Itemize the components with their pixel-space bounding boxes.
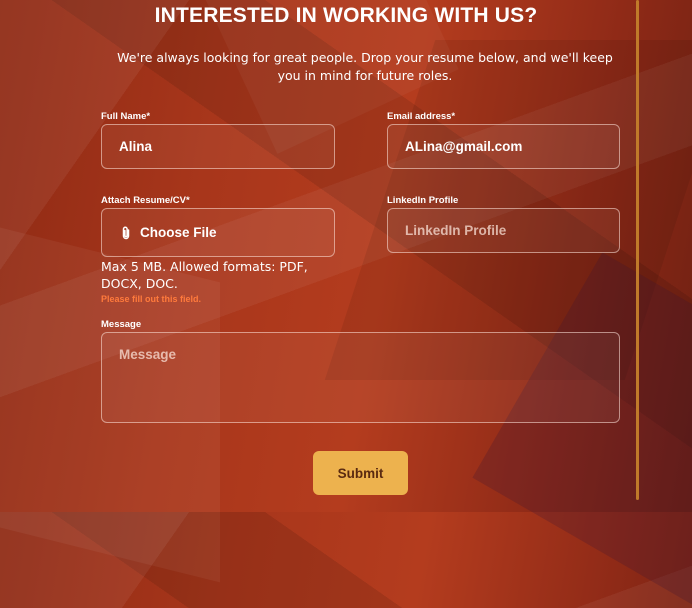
full-name-value: Alina: [119, 139, 153, 154]
email-label: Email address*: [387, 111, 456, 122]
background-shard: [472, 252, 692, 608]
full-name-input[interactable]: Alina: [101, 124, 335, 169]
linkedin-label: LinkedIn Profile: [387, 195, 459, 206]
full-name-label: Full Name*: [101, 111, 151, 122]
submit-button[interactable]: Submit: [313, 451, 408, 495]
page-subtitle: We're always looking for great people. D…: [117, 50, 613, 83]
message-label: Message: [101, 319, 142, 330]
page-title: INTERESTED IN WORKING WITH US?: [154, 4, 538, 27]
resume-label: Attach Resume/CV*: [101, 195, 190, 206]
message-textarea[interactable]: Message: [101, 332, 620, 423]
paperclip-icon: [122, 225, 130, 239]
choose-file-button[interactable]: Choose File: [101, 208, 335, 257]
resume-hint: Max 5 MB. Allowed formats: PDF, DOCX, DO…: [101, 259, 308, 291]
linkedin-placeholder: LinkedIn Profile: [405, 223, 507, 238]
scrollbar[interactable]: [636, 0, 639, 500]
linkedin-input[interactable]: LinkedIn Profile: [387, 208, 620, 253]
resume-error-message: Please fill out this field.: [101, 294, 202, 304]
email-input[interactable]: ALina@gmail.com: [387, 124, 620, 169]
choose-file-label: Choose File: [140, 225, 217, 240]
message-placeholder: Message: [119, 347, 177, 362]
email-value: ALina@gmail.com: [405, 139, 523, 154]
